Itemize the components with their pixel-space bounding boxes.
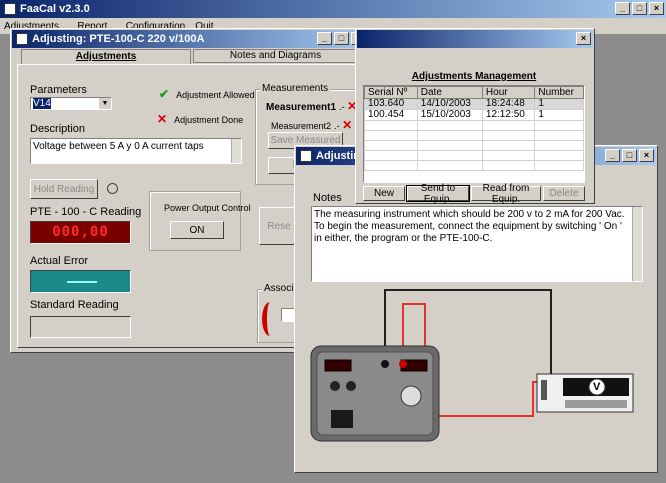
parameters-label: Parameters [30, 84, 87, 96]
table-row [364, 160, 584, 171]
minimize-icon[interactable]: _ [605, 149, 620, 162]
close-icon[interactable]: × [649, 2, 664, 15]
mgmt-heading: Adjustments Management [411, 71, 537, 82]
close-icon[interactable]: × [576, 32, 591, 45]
mgmt-titlebar: × [357, 30, 593, 48]
error-bar [67, 281, 97, 283]
reset-button[interactable]: Rese [259, 207, 299, 245]
new-button[interactable]: New [363, 186, 405, 201]
adjustment-allowed-label: Adjustment Allowed [176, 90, 255, 100]
notes-scrollbar[interactable] [632, 207, 642, 281]
cross-icon: ✕ [157, 112, 168, 126]
tab-notes-diagrams[interactable]: Notes and Diagrams [193, 49, 358, 63]
standard-reading-label: Standard Reading [30, 299, 119, 311]
power-output-label: Power Output Control [164, 203, 251, 213]
adjustment-done-check: ✕ Adjustment Done [157, 112, 243, 126]
connection-diagram [310, 289, 634, 442]
table-row [364, 120, 584, 131]
maximize-icon[interactable]: □ [632, 2, 647, 15]
adjustments-grid: Serial Nº Date Hour Number 103.640 14/10… [364, 86, 584, 171]
minimize-icon[interactable]: _ [317, 32, 332, 45]
actual-error-label: Actual Error [30, 255, 89, 267]
maximize-icon[interactable]: □ [334, 32, 349, 45]
measurements-group-title: Measurements [260, 83, 331, 94]
app-titlebar: FaaCal v2.3.0 _ □ × [0, 0, 666, 18]
description-label: Description [30, 123, 86, 135]
status-indicator [107, 183, 118, 194]
measurement1-row: Measurement1 .- ✕ [266, 99, 358, 113]
col-serial[interactable]: Serial Nº [364, 86, 418, 99]
adjustments-table[interactable]: Serial Nº Date Hour Number 103.640 14/10… [363, 85, 585, 183]
red-arrow-icon [262, 302, 278, 336]
power-output-group: Power Output Control ON [149, 191, 251, 251]
table-row[interactable]: 100.454 15/10/2003 12:12:50 1 [364, 109, 584, 121]
description-field[interactable]: Voltage between 5 A y 0 A current taps [30, 138, 242, 164]
table-row [364, 150, 584, 161]
description-scrollbar[interactable] [231, 139, 241, 163]
col-number[interactable]: Number [534, 86, 584, 99]
multimeter-device [536, 373, 634, 413]
chevron-down-icon[interactable]: ▼ [99, 98, 111, 109]
notes-textarea[interactable]: The measuring instrument which should be… [311, 206, 643, 282]
adjusting-title: Adjusting: PTE-100-C 220 v/100A [32, 33, 205, 45]
table-row[interactable]: 103.640 14/10/2003 18:24:48 1 [364, 98, 584, 110]
table-row [364, 130, 584, 141]
table-header: Serial Nº Date Hour Number [364, 86, 584, 99]
tab-adjustments[interactable]: Adjustments [21, 49, 191, 65]
window-icon [16, 33, 28, 45]
delete-button[interactable]: Delete [543, 186, 585, 201]
meter-symbol: V [593, 381, 601, 393]
check-icon: ✔ [159, 87, 170, 101]
app-icon [4, 3, 16, 15]
pte-device [310, 345, 440, 442]
read-from-equip-button[interactable]: Read from Equip. [471, 183, 541, 205]
window-icon [300, 150, 312, 162]
col-hour[interactable]: Hour [481, 86, 536, 99]
notes-label: Notes [313, 192, 342, 204]
pte-reading-display: 000,00 [30, 221, 131, 244]
adjustment-done-label: Adjustment Done [174, 115, 244, 125]
on-button[interactable]: ON [170, 221, 224, 239]
adjustments-management-window: × Adjustments Management Serial Nº Date … [355, 28, 595, 205]
maximize-icon[interactable]: □ [622, 149, 637, 162]
hold-reading-button[interactable]: Hold Reading [30, 179, 98, 199]
measurement2-row: Measurement2 .- ✕ [271, 118, 353, 132]
adjusting-titlebar: Adjusting: PTE-100-C 220 v/100A _ □ × [12, 30, 368, 48]
table-row [364, 140, 584, 151]
send-to-equip-button[interactable]: Send to Equip. [406, 183, 470, 205]
minimize-icon[interactable]: _ [615, 2, 630, 15]
standard-reading-display [30, 316, 131, 338]
close-icon[interactable]: × [639, 149, 654, 162]
cross-icon: ✕ [342, 118, 353, 132]
pte-reading-label: PTE - 100 - C Reading [30, 206, 142, 218]
adjustment-allowed-check: ✔ Adjustment Allowed [159, 87, 255, 101]
parameters-select[interactable]: V14 ▼ [30, 97, 112, 110]
app-title: FaaCal v2.3.0 [20, 3, 90, 15]
col-date[interactable]: Date [416, 86, 483, 99]
actual-error-display [30, 270, 131, 293]
